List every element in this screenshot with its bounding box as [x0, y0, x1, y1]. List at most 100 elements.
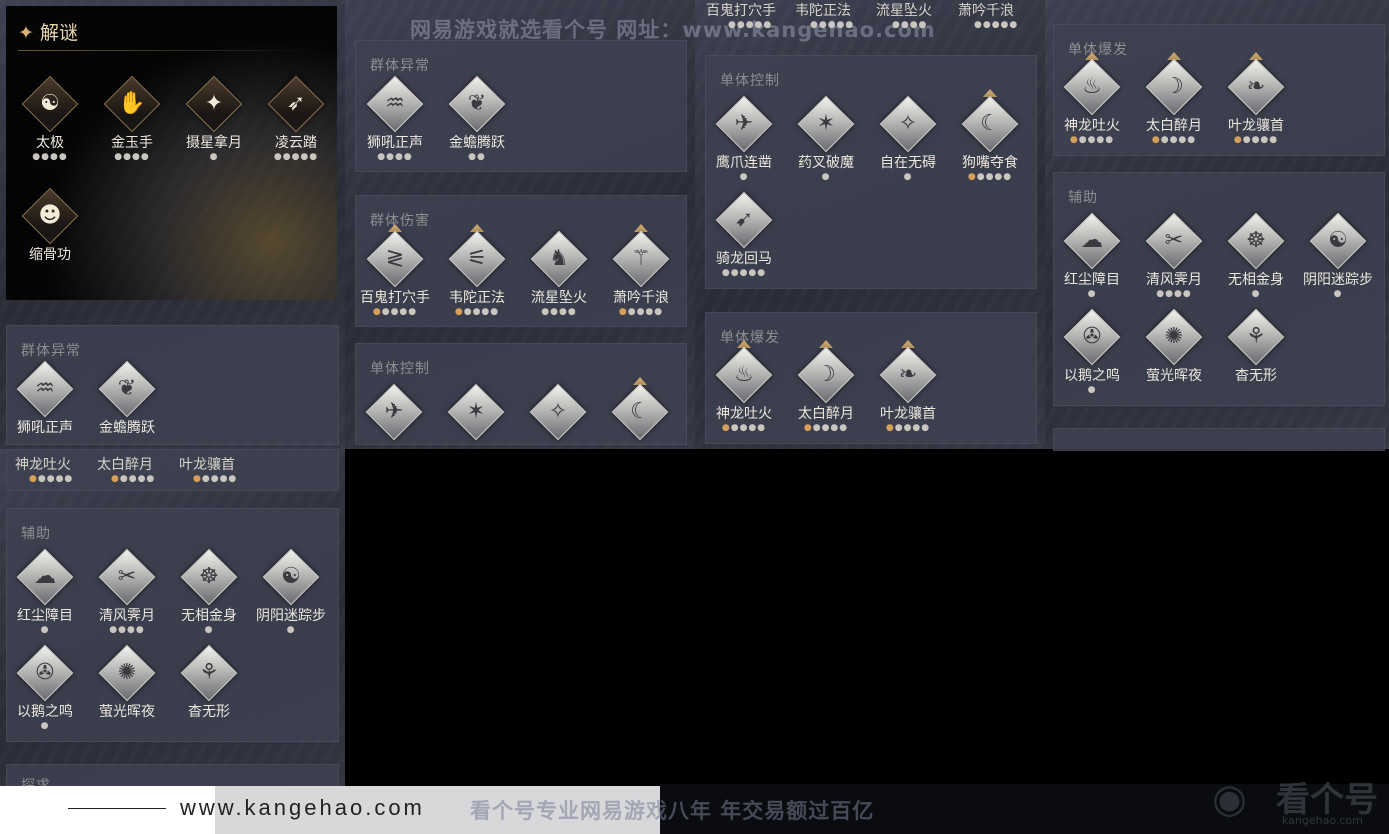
skill-badge: ☁ [16, 548, 74, 606]
support-panel: 辅助 ☁ 红尘障目 ● ✂ 清风霁月 ●●●● ☸ 无相金身 ● ☯ 阴阳迷踪步 ● ✇ 以鹅之鸣 ● ✺ 萤光… [1053, 172, 1385, 406]
cut-skill-name: 太白醉月 [97, 457, 153, 473]
skill-level-dots: ●●●●● [721, 423, 767, 433]
skill-red-dust[interactable]: ☁ 红尘障目 ● [4, 548, 86, 635]
skill-badge: ♞ [530, 230, 588, 288]
dog-mouth-icon: ☾ [980, 111, 1000, 136]
skill-golden-body[interactable]: ☸ 无相金身 ● [1215, 212, 1297, 299]
skill-dragon-fire[interactable]: ♨ 神龙吐火 ●●●●● [703, 340, 785, 433]
skill-level-dots: ●●●●● [803, 423, 849, 433]
drunk-moon-icon: ☽ [816, 362, 836, 387]
skill-star-grab[interactable]: ✦ 摄星拿月 ● [173, 75, 255, 162]
skill-breeze[interactable]: ✂ 清风霁月 ●●●● [1133, 212, 1215, 299]
skill-free-spirit[interactable]: ✧ 自在无碍 ● [867, 95, 949, 182]
skill-name: 萤光晖夜 [99, 704, 155, 720]
skill-taiji[interactable]: ☯ 太极 ●●●● [9, 75, 91, 162]
skill-name: 流星坠火 [531, 290, 587, 306]
skill-dragon-ride[interactable]: ➹ 骑龙回马 ●●●●● [703, 191, 785, 278]
puzzle-title: ✦ 解谜 [18, 22, 78, 44]
skill-hundred-ghost[interactable]: ≷ 百鬼打穴手 ●●●●● [354, 224, 436, 317]
skill-level-dots: ●●●●● [618, 307, 664, 317]
skill-formless[interactable]: ⚘ 杳无形 [1215, 308, 1297, 385]
skill-badge: ✂ [98, 548, 156, 606]
skill-dragon-fire[interactable]: ♨ 神龙吐火 ●●●●● [1051, 52, 1133, 145]
skill-golden-toad[interactable]: ❦ 金蟾腾跃 [86, 360, 168, 437]
skill-golden-toad[interactable]: ❦ 金蟾腾跃 ●● [436, 75, 518, 162]
skill-level-dots: ●●●●● [967, 172, 1013, 182]
skill-meteor-fire[interactable]: ♞ 流星坠火 ●●●● [518, 230, 600, 317]
panel-title: 单体控制 [370, 361, 430, 377]
skill-red-dust[interactable]: ☁ 红尘障目 ● [1051, 212, 1133, 299]
skill-level-dots: ●●●● [541, 307, 577, 317]
skill-badge[interactable]: ✈ [365, 383, 423, 441]
single-burst-panel: 单体爆发 ♨ 神龙吐火 ●●●●● ☽ 太白醉月 ●●●●● ❧ 叶龙骧首 ●●●●● [705, 312, 1037, 444]
skill-bone-shrink[interactable]: ☻ 缩骨功 [9, 187, 91, 264]
logo-subtext: kangehao.com [1282, 814, 1363, 827]
panel-title: 群体异常 [370, 58, 430, 74]
skill-name: 萧吟千浪 [613, 290, 669, 306]
skill-leaf-dragon[interactable]: ❧ 叶龙骧首 ●●●●● [867, 340, 949, 433]
skill-yaksha[interactable]: ✶ 药叉破魔 ● [785, 95, 867, 182]
skill-xiao-flute[interactable]: ⚚ 萧吟千浪 ●●●●● [600, 224, 682, 317]
skill-level-dots: ●●●● [114, 152, 150, 162]
star-grab-icon: ✦ [204, 91, 224, 116]
skill-drunk-moon[interactable]: ☽ 太白醉月 ●●●●● [785, 340, 867, 433]
skill-badge: ➶ [267, 75, 325, 133]
single-burst-panel: 单体爆发 ♨ 神龙吐火 ●●●●● ☽ 太白醉月 ●●●●● ❧ 叶龙骧首 ●●●●● [1053, 24, 1385, 156]
skill-badge[interactable]: ✶ [447, 383, 505, 441]
skill-golden-body[interactable]: ☸ 无相金身 ● [168, 548, 250, 635]
skill-level-dots: ●●●●● [273, 152, 319, 162]
skill-leaf-dragon[interactable]: ❧ 叶龙骧首 ●●●●● [1215, 52, 1297, 145]
firefly-icon: ✺ [117, 660, 137, 685]
skill-name: 杳无形 [1235, 368, 1277, 384]
skill-formless[interactable]: ⚘ 杳无形 [168, 644, 250, 721]
skill-weituo[interactable]: ⚟ 韦陀正法 ●●●●● [436, 224, 518, 317]
skill-level-dots: ● [821, 172, 831, 182]
skill-lion-roar[interactable]: ♒ 狮吼正声 ●●●● [354, 75, 436, 162]
skill-goose-cry[interactable]: ✇ 以鹅之鸣 ● [1051, 308, 1133, 395]
yaksha-icon: ✶ [466, 399, 486, 424]
skill-lion-roar[interactable]: ♒ 狮吼正声 [4, 360, 86, 437]
lion-roar-icon: ♒ [35, 376, 55, 401]
skill-yinyang[interactable]: ☯ 阴阳迷踪步 ● [250, 548, 332, 635]
eye-logo-icon: ◉ [1212, 776, 1247, 822]
skill-firefly[interactable]: ✺ 萤光晖夜 [1133, 308, 1215, 385]
skill-badge: ☁ [1063, 212, 1121, 270]
skill-jade-hand[interactable]: ✋ 金玉手 ●●●● [91, 75, 173, 162]
skill-level-dots: ●●●●● [1069, 135, 1115, 145]
skill-cloud-step[interactable]: ➶ 凌云踏 ●●●●● [255, 75, 337, 162]
support-panel: 辅助 ☁ 红尘障目 ● ✂ 清风霁月 ●●●● ☸ 无相金身 ● ☯ 阴阳迷踪步 ● ✇ 以鹅之鸣 ● ✺ 萤光… [6, 508, 339, 742]
skill-level-dots: ●●●●● [721, 268, 767, 278]
yinyang-icon: ☯ [1328, 228, 1348, 253]
skill-badge[interactable]: ✧ [529, 383, 587, 441]
firefly-icon: ✺ [1164, 324, 1184, 349]
watermark-bottom: 看个号专业网易游戏八年 年交易额过百亿 [470, 799, 875, 823]
dog-mouth-icon: ☾ [630, 399, 650, 424]
skill-yinyang[interactable]: ☯ 阴阳迷踪步 ● [1297, 212, 1379, 299]
skill-goose-cry[interactable]: ✇ 以鹅之鸣 ● [4, 644, 86, 731]
skill-badge: ≷ [366, 224, 424, 288]
skill-level-dots: ●●●●● [372, 307, 418, 317]
skill-breeze[interactable]: ✂ 清风霁月 ●●●● [86, 548, 168, 635]
skill-name: 韦陀正法 [449, 290, 505, 306]
skill-eagle-claw[interactable]: ✈ 鹰爪连凿 ● [703, 95, 785, 182]
skill-badge[interactable]: ☾ [611, 377, 669, 441]
skill-drunk-moon[interactable]: ☽ 太白醉月 ●●●●● [1133, 52, 1215, 145]
formless-icon: ⚘ [199, 660, 219, 685]
skill-dog-mouth[interactable]: ☾ 狗嘴夺食 ●●●●● [949, 89, 1031, 182]
cut-skill-name: 叶龙骧首 [179, 457, 235, 473]
skill-name: 金玉手 [111, 135, 153, 151]
free-spirit-icon: ✧ [548, 399, 568, 424]
skill-name: 太白醉月 [1146, 118, 1202, 134]
skill-level-dots: ●●●● [109, 625, 145, 635]
goose-cry-icon: ✇ [35, 660, 55, 685]
panel-title: 辅助 [1068, 190, 1098, 206]
skill-name: 无相金身 [1228, 272, 1284, 288]
cut-dots: ●●●●● [193, 474, 238, 484]
skill-name: 清风霁月 [1146, 272, 1202, 288]
skill-level-dots: ●●●● [32, 152, 68, 162]
free-spirit-icon: ✧ [898, 111, 918, 136]
skill-level-dots: ●●●●● [885, 423, 931, 433]
skill-badge: ⚟ [448, 224, 506, 288]
skill-level-dots: ● [1251, 289, 1261, 299]
skill-firefly[interactable]: ✺ 萤光晖夜 [86, 644, 168, 721]
